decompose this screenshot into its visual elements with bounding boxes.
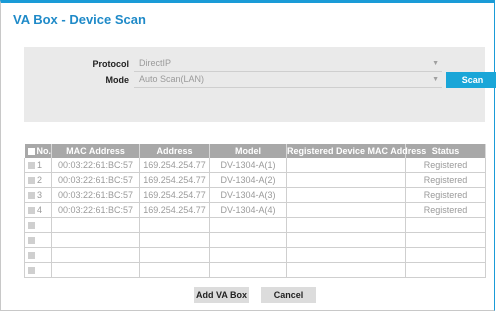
table-cell: Registered bbox=[405, 202, 486, 218]
table-cell: DV-1304-A(4) bbox=[209, 202, 287, 218]
row-checkbox[interactable] bbox=[28, 192, 35, 200]
table-row[interactable]: 4 00:03:22:61:BC:57 169.254.254.77 DV-1304-… bbox=[24, 202, 486, 218]
table-cell bbox=[51, 232, 140, 248]
table-cell: 00:03:22:61:BC:57 bbox=[51, 172, 140, 188]
row-checkbox[interactable] bbox=[28, 207, 35, 215]
table-cell bbox=[405, 217, 486, 233]
table-cell: Registered bbox=[405, 158, 486, 173]
header-address: Address bbox=[139, 144, 210, 158]
table-cell bbox=[24, 262, 52, 278]
table-cell bbox=[286, 158, 406, 173]
table-cell bbox=[286, 172, 406, 188]
device-table: No. MAC Address Address Model Registered… bbox=[24, 144, 486, 278]
table-cell: Registered bbox=[405, 172, 486, 188]
table-row[interactable]: 2 00:03:22:61:BC:57 169.254.254.77 DV-1304-… bbox=[24, 172, 486, 188]
table-cell bbox=[209, 247, 287, 263]
mode-select[interactable]: Auto Scan(LAN) ▼ bbox=[134, 72, 442, 88]
table-row[interactable] bbox=[24, 262, 486, 278]
table-cell: 3 bbox=[24, 187, 52, 203]
table-cell: DV-1304-A(2) bbox=[209, 172, 287, 188]
add-va-box-button[interactable]: Add VA Box bbox=[194, 287, 249, 303]
table-cell bbox=[405, 262, 486, 278]
mode-value: Auto Scan(LAN) bbox=[139, 74, 205, 84]
table-cell bbox=[209, 262, 287, 278]
table-cell bbox=[405, 232, 486, 248]
table-cell: Registered bbox=[405, 187, 486, 203]
table-cell bbox=[24, 217, 52, 233]
table-cell bbox=[286, 262, 406, 278]
table-cell bbox=[51, 247, 140, 263]
dialog-title: VA Box - Device Scan bbox=[13, 12, 146, 27]
scan-settings-panel: Protocol DirectIP ▼ Mode Auto Scan(LAN) … bbox=[24, 47, 496, 122]
table-cell bbox=[139, 247, 210, 263]
row-checkbox[interactable] bbox=[28, 252, 35, 260]
table-cell bbox=[51, 217, 140, 233]
table-cell bbox=[209, 232, 287, 248]
header-no[interactable]: No. bbox=[24, 144, 52, 158]
device-scan-dialog: VA Box - Device Scan Protocol DirectIP ▼… bbox=[0, 0, 496, 311]
protocol-select[interactable]: DirectIP ▼ bbox=[134, 56, 442, 72]
table-cell bbox=[51, 262, 140, 278]
cancel-button[interactable]: Cancel bbox=[261, 287, 316, 303]
row-checkbox[interactable] bbox=[28, 267, 35, 275]
table-header-row: No. MAC Address Address Model Registered… bbox=[24, 144, 486, 158]
protocol-label: Protocol bbox=[92, 59, 129, 69]
mode-label: Mode bbox=[105, 75, 130, 85]
protocol-row: Protocol DirectIP ▼ bbox=[24, 56, 485, 72]
row-checkbox[interactable] bbox=[28, 162, 35, 170]
table-cell: 00:03:22:61:BC:57 bbox=[51, 158, 140, 173]
table-cell bbox=[24, 247, 52, 263]
table-cell bbox=[209, 217, 287, 233]
table-row[interactable]: 1 00:03:22:61:BC:57 169.254.254.77 DV-1304-… bbox=[24, 158, 486, 173]
table-row[interactable]: 3 00:03:22:61:BC:57 169.254.254.77 DV-1304-… bbox=[24, 187, 486, 203]
header-registered-mac: Registered Device MAC Address bbox=[286, 144, 427, 158]
table-cell bbox=[286, 217, 406, 233]
table-cell: 2 bbox=[24, 172, 52, 188]
table-cell bbox=[139, 232, 210, 248]
table-row[interactable] bbox=[24, 232, 486, 248]
table-cell: 169.254.254.77 bbox=[139, 172, 210, 188]
scan-button[interactable]: Scan bbox=[446, 72, 496, 88]
table-cell: DV-1304-A(3) bbox=[209, 187, 287, 203]
table-cell: 169.254.254.77 bbox=[139, 202, 210, 218]
row-checkbox[interactable] bbox=[28, 237, 35, 245]
chevron-down-icon: ▼ bbox=[432, 60, 439, 67]
mode-row: Mode Auto Scan(LAN) ▼ bbox=[24, 72, 485, 88]
table-cell: 169.254.254.77 bbox=[139, 187, 210, 203]
table-cell bbox=[286, 232, 406, 248]
table-cell: 00:03:22:61:BC:57 bbox=[51, 202, 140, 218]
row-checkbox[interactable] bbox=[28, 177, 35, 185]
header-model: Model bbox=[209, 144, 287, 158]
table-cell bbox=[286, 187, 406, 203]
table-row[interactable] bbox=[24, 217, 486, 233]
table-row[interactable] bbox=[24, 247, 486, 263]
chevron-down-icon: ▼ bbox=[432, 76, 439, 83]
header-mac: MAC Address bbox=[51, 144, 140, 158]
table-cell: 4 bbox=[24, 202, 52, 218]
table-cell: 1 bbox=[24, 158, 52, 173]
table-cell: DV-1304-A(1) bbox=[209, 158, 287, 173]
table-cell: 169.254.254.77 bbox=[139, 158, 210, 173]
table-cell bbox=[24, 232, 52, 248]
table-cell bbox=[139, 217, 210, 233]
row-checkbox[interactable] bbox=[28, 222, 35, 230]
protocol-value: DirectIP bbox=[139, 58, 172, 68]
table-cell bbox=[286, 247, 406, 263]
table-cell bbox=[139, 262, 210, 278]
table-cell bbox=[405, 247, 486, 263]
table-cell bbox=[286, 202, 406, 218]
table-cell: 00:03:22:61:BC:57 bbox=[51, 187, 140, 203]
select-all-checkbox[interactable] bbox=[27, 148, 35, 156]
